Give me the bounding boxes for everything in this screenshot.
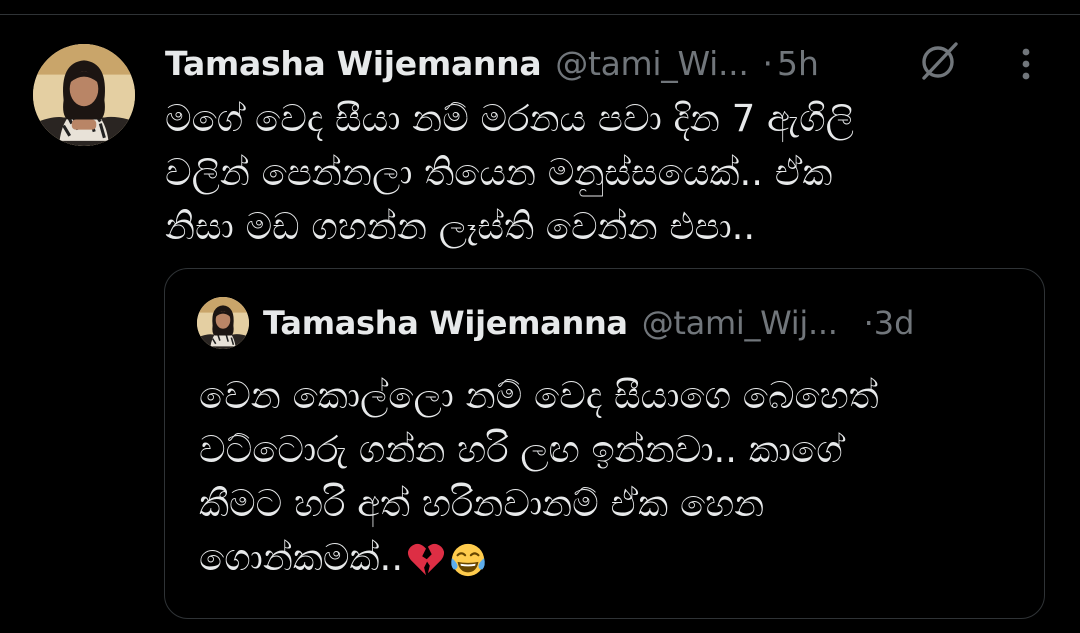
quoted-text-line: වෙන කොල්ලො නම් වෙද සීයාගෙ බෙහෙත් bbox=[199, 374, 879, 417]
author-handle[interactable]: @tami_Wi... bbox=[555, 44, 749, 83]
quoted-author-display-name: Tamasha Wijemanna bbox=[263, 304, 628, 342]
quoted-text-line-last: ගොන්කමක්.. bbox=[199, 531, 1029, 585]
profile-photo-icon bbox=[33, 44, 135, 146]
quoted-tweet-body: වෙන කොල්ලො නම් වෙද සීයාගෙ බෙහෙත් වට්ටොරු… bbox=[199, 369, 1029, 585]
more-vertical-icon[interactable] bbox=[1014, 46, 1038, 82]
tweet-text-line: මගේ වෙද සීයා නම් මරනය පවා දින 7 ඇගිලි bbox=[165, 97, 854, 140]
tweet-body: මගේ වෙද සීයා නම් මරනය පවා දින 7 ඇගිලි වල… bbox=[165, 92, 1025, 254]
quoted-author-handle: @tami_Wij... bbox=[641, 304, 838, 342]
author-display-name[interactable]: Tamasha Wijemanna bbox=[165, 44, 542, 83]
tweet-timestamp[interactable]: 5h bbox=[777, 44, 819, 83]
broken-heart-emoji-icon bbox=[407, 541, 445, 579]
quoted-time-value: 3d bbox=[873, 304, 915, 342]
tears-of-joy-emoji-icon bbox=[449, 541, 487, 579]
quoted-header-separator: · bbox=[863, 304, 874, 342]
tweet-text-line: නිසා මඩ ගහන්න ලෑස්ති වෙන්න එපා.. bbox=[165, 205, 756, 248]
quoted-author-avatar[interactable] bbox=[197, 297, 249, 349]
author-avatar[interactable] bbox=[33, 44, 135, 146]
quoted-text-line: ගොන්කමක්.. bbox=[199, 536, 404, 579]
profile-photo-icon bbox=[197, 297, 249, 349]
header-separator: · bbox=[762, 43, 774, 83]
quoted-tweet-card[interactable]: Tamasha Wijemanna @tami_Wij... ·3d වෙන ක… bbox=[164, 268, 1045, 619]
tweet-text-line: වලින් පෙන්නලා තියෙන මනුස්සයෙක්.. ඒක bbox=[165, 151, 833, 194]
quoted-text-line: කීමට හරි අත් හරිනවානම් ඒක හෙන bbox=[199, 482, 765, 525]
tweet-header: Tamasha Wijemanna @tami_Wi... · 5h bbox=[165, 40, 1015, 86]
top-divider bbox=[0, 0, 1080, 15]
quoted-tweet-timestamp: ·3d bbox=[864, 304, 915, 342]
grok-icon[interactable] bbox=[918, 40, 960, 82]
quoted-tweet-header: Tamasha Wijemanna @tami_Wij... ·3d bbox=[263, 299, 1023, 347]
quoted-text-line: වට්ටොරු ගන්න හරි ලඟ ඉන්නවා.. කාගේ bbox=[199, 428, 843, 471]
